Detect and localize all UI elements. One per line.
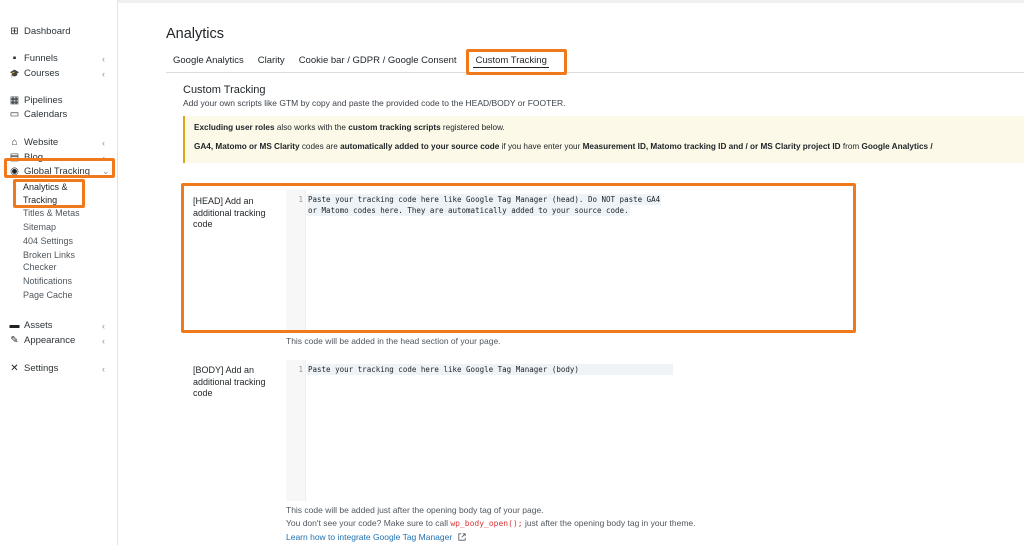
appearance-icon: ✎ <box>10 335 19 346</box>
submenu-404-settings[interactable]: 404 Settings <box>23 235 73 249</box>
sidebar-item-label: Settings <box>24 363 59 374</box>
dashboard-icon: ⊞ <box>10 26 19 37</box>
wp-body-open-code: wp_body_open(); <box>450 519 523 528</box>
sidebar-item-global-tracking[interactable]: ◉ Global Tracking ⌄ <box>9 166 109 177</box>
sidebar-item-blog[interactable]: ▤ Blog ‹ <box>9 152 105 163</box>
sidebar-item-calendars[interactable]: ▭ Calendars <box>9 109 68 120</box>
sidebar-item-label: Pipelines <box>24 95 63 106</box>
page-title: Analytics <box>166 26 225 42</box>
chevron-left-icon: ‹ <box>102 53 105 64</box>
head-code-line-1[interactable]: Paste your tracking code here like Googl… <box>307 194 662 205</box>
sidebar-item-label: Calendars <box>24 109 68 120</box>
sidebar-item-settings[interactable]: ✕ Settings ‹ <box>9 363 105 374</box>
sidebar-item-label: Global Tracking <box>24 166 91 177</box>
submenu-analytics-tracking-line2[interactable]: Tracking <box>23 194 57 208</box>
chevron-left-icon: ‹ <box>102 335 105 346</box>
chevron-down-icon: ⌄ <box>102 166 110 176</box>
sidebar-item-funnels[interactable]: ▪ Funnels ‹ <box>9 53 105 64</box>
gtm-help-link[interactable]: Learn how to integrate Google Tag Manage… <box>286 532 466 542</box>
tab-cookie-bar[interactable]: Cookie bar / GDPR / Google Consent <box>292 55 464 66</box>
head-code-line-2[interactable]: or Matomo codes here. They are automatic… <box>307 205 630 216</box>
sidebar-item-dashboard[interactable]: ⊞ Dashboard <box>9 26 70 37</box>
sidebar-item-label: Appearance <box>24 335 76 346</box>
chevron-left-icon: ‹ <box>102 363 105 374</box>
external-link-icon <box>457 533 466 541</box>
chevron-left-icon: ‹ <box>102 137 105 148</box>
sidebar-item-label: Dashboard <box>24 26 71 37</box>
calendars-icon: ▭ <box>9 109 20 120</box>
sidebar-item-courses[interactable]: 🎓 Courses ‹ <box>9 68 105 79</box>
submenu-broken-links-line2[interactable]: Checker <box>23 261 57 275</box>
body-open-hint: You don't see your code? Make sure to ca… <box>286 518 696 528</box>
sidebar-item-assets[interactable]: ▬ Assets ‹ <box>9 320 106 331</box>
pipelines-icon: ▦ <box>9 95 20 106</box>
chevron-left-icon: ‹ <box>102 152 105 163</box>
body-code-label: [BODY] Add an additional tracking code <box>193 365 266 398</box>
sidebar-item-label: Website <box>24 137 59 148</box>
body-code-editor[interactable]: 1 Paste your tracking code here like Goo… <box>286 360 711 501</box>
line-number-gutter <box>286 190 306 331</box>
section-description: Add your own scripts like GTM by copy an… <box>183 98 566 108</box>
info-notice: Excluding user roles also works with the… <box>183 116 1024 163</box>
sidebar-item-website[interactable]: ⌂ Website ‹ <box>9 137 105 148</box>
blog-icon: ▤ <box>9 152 20 163</box>
line-number: 1 <box>298 195 303 204</box>
tab-google-analytics[interactable]: Google Analytics <box>166 55 251 66</box>
tabs-divider <box>166 72 1024 73</box>
sidebar-item-label: Assets <box>24 320 53 331</box>
submenu-titles-metas[interactable]: Titles & Metas <box>23 207 80 221</box>
tab-custom-tracking[interactable]: Custom Tracking <box>464 55 554 66</box>
settings-icon: ✕ <box>10 363 19 374</box>
line-number-gutter <box>286 360 306 501</box>
chevron-left-icon: ‹ <box>102 68 105 79</box>
top-divider <box>118 0 1024 3</box>
body-code-line-1[interactable]: Paste your tracking code here like Googl… <box>307 364 673 375</box>
sidebar-item-label: Funnels <box>24 53 58 64</box>
head-code-hint: This code will be added in the head sect… <box>286 336 501 346</box>
tab-bar: Google Analytics Clarity Cookie bar / GD… <box>166 55 554 66</box>
courses-icon: 🎓 <box>9 69 20 78</box>
submenu-analytics-tracking-line1[interactable]: Analytics & <box>23 181 68 195</box>
submenu-page-cache[interactable]: Page Cache <box>23 289 73 303</box>
head-code-editor[interactable]: 1 Paste your tracking code here like Goo… <box>286 190 711 331</box>
main-content: Analytics Google Analytics Clarity Cooki… <box>118 0 1024 545</box>
section-title: Custom Tracking <box>183 84 266 96</box>
submenu-sitemap[interactable]: Sitemap <box>23 221 56 235</box>
sidebar-item-appearance[interactable]: ✎ Appearance ‹ <box>9 335 105 346</box>
global-tracking-icon: ◉ <box>10 166 19 177</box>
head-code-label: [HEAD] Add an additional tracking code <box>193 196 266 229</box>
active-tab-indicator <box>473 67 549 68</box>
admin-sidebar: ⊞ Dashboard ▪ Funnels ‹ 🎓 Courses ‹ ▦ Pi… <box>0 0 118 545</box>
notice-line-1: Excluding user roles also works with the… <box>194 123 505 132</box>
funnels-icon: ▪ <box>12 53 17 64</box>
tab-clarity[interactable]: Clarity <box>251 55 292 66</box>
assets-icon: ▬ <box>9 320 20 331</box>
sidebar-item-label: Courses <box>24 68 60 79</box>
body-code-hint: This code will be added just after the o… <box>286 505 544 515</box>
notice-line-2: GA4, Matomo or MS Clarity codes are auto… <box>194 142 933 151</box>
submenu-notifications[interactable]: Notifications <box>23 275 72 289</box>
sidebar-item-pipelines[interactable]: ▦ Pipelines <box>9 95 63 106</box>
website-icon: ⌂ <box>11 137 18 148</box>
line-number: 1 <box>298 365 303 374</box>
chevron-left-icon: ‹ <box>102 320 105 331</box>
sidebar-item-label: Blog <box>24 152 44 163</box>
